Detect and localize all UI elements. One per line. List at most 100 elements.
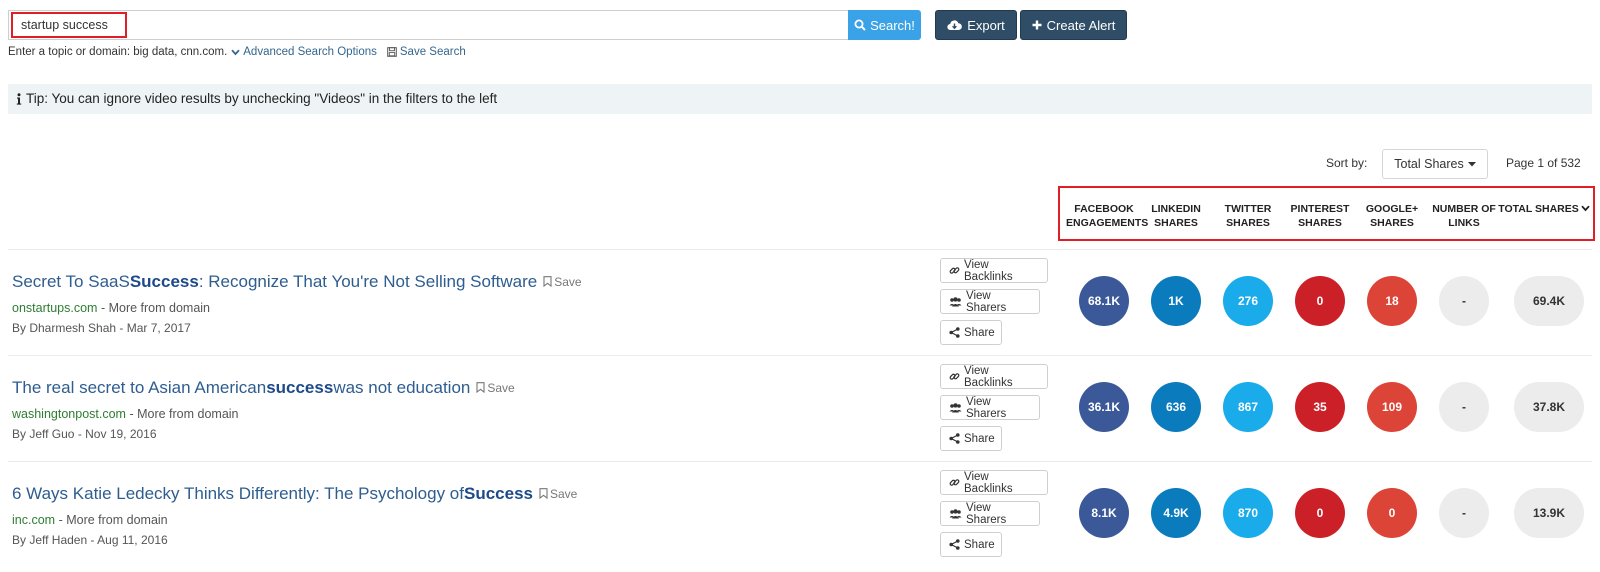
search-button[interactable]: Search! bbox=[848, 10, 921, 40]
linkedin-shares-value[interactable]: 1K bbox=[1151, 276, 1201, 326]
search-button-label: Search! bbox=[870, 17, 915, 33]
column-header-pinterest[interactable]: Pinterest Shares bbox=[1282, 202, 1358, 230]
number-of-links-value: - bbox=[1439, 382, 1489, 432]
column-header-line: Shares bbox=[1154, 217, 1198, 229]
tip-text: Tip: You can ignore video results by unc… bbox=[26, 91, 498, 106]
column-header-twitter[interactable]: Twitter Shares bbox=[1210, 202, 1286, 230]
title-keyword: success bbox=[266, 378, 334, 397]
users-icon bbox=[949, 402, 962, 413]
view-backlinks-label: View Backlinks bbox=[964, 470, 1013, 495]
column-header-line: Total Shares bbox=[1498, 203, 1579, 215]
title-text-before: The real secret to Asian American bbox=[12, 378, 267, 397]
more-from-domain-link[interactable]: - More from domain bbox=[59, 513, 168, 527]
view-sharers-button[interactable]: View Sharers bbox=[940, 501, 1040, 526]
article-title[interactable]: The real secret to Asian American succes… bbox=[12, 378, 515, 398]
view-backlinks-label: View Backlinks bbox=[964, 364, 1013, 389]
view-backlinks-label: View Backlinks bbox=[964, 258, 1013, 283]
column-header-line: Facebook bbox=[1074, 203, 1134, 215]
title-keyword: Success bbox=[463, 484, 533, 503]
info-icon bbox=[16, 93, 22, 105]
facebook-engagements-value[interactable]: 36.1K bbox=[1079, 382, 1129, 432]
pinterest-shares-value[interactable]: 0 bbox=[1295, 276, 1345, 326]
pinterest-shares-value[interactable]: 35 bbox=[1295, 382, 1345, 432]
domain-line: inc.com - More from domain bbox=[12, 513, 168, 527]
search-highlight-box bbox=[11, 12, 127, 38]
more-from-domain-link[interactable]: - More from domain bbox=[129, 407, 238, 421]
linkedin-shares-value[interactable]: 4.9K bbox=[1151, 488, 1201, 538]
share-label: Share bbox=[964, 326, 995, 339]
column-header-linkedin[interactable]: LinkedIn Shares bbox=[1138, 202, 1214, 230]
total-shares-value: 69.4K bbox=[1514, 276, 1584, 326]
title-text-before: Secret To SaaS bbox=[12, 272, 130, 291]
view-backlinks-button[interactable]: View Backlinks bbox=[940, 470, 1048, 495]
facebook-engagements-value[interactable]: 8.1K bbox=[1079, 488, 1129, 538]
domain-line: onstartups.com - More from domain bbox=[12, 301, 210, 315]
column-header-links[interactable]: Number of Links bbox=[1426, 202, 1502, 230]
twitter-shares-value[interactable]: 870 bbox=[1223, 488, 1273, 538]
search-icon bbox=[854, 19, 866, 31]
view-sharers-label: View Sharers bbox=[966, 395, 1007, 420]
column-header-line: Shares bbox=[1298, 217, 1342, 229]
googleplus-shares-value[interactable]: 18 bbox=[1367, 276, 1417, 326]
floppy-disk-icon bbox=[387, 47, 397, 57]
domain-link[interactable]: washingtonpost.com bbox=[12, 407, 126, 421]
search-helper-text: Enter a topic or domain: big data, cnn.c… bbox=[8, 46, 228, 58]
share-button[interactable]: Share bbox=[940, 532, 1002, 557]
save-label: Save bbox=[487, 380, 515, 395]
twitter-shares-value[interactable]: 276 bbox=[1223, 276, 1273, 326]
save-search-link[interactable]: Save Search bbox=[387, 46, 466, 58]
domain-link[interactable]: onstartups.com bbox=[12, 301, 97, 315]
result-row: Secret To SaaS Success: Recognize That Y… bbox=[0, 250, 1600, 356]
search-input[interactable]: startup success bbox=[8, 10, 848, 40]
title-text-after: : Recognize That You're Not Selling Soft… bbox=[198, 272, 538, 291]
save-article-button[interactable]: Save bbox=[539, 487, 577, 501]
facebook-engagements-value[interactable]: 68.1K bbox=[1079, 276, 1129, 326]
view-backlinks-button[interactable]: View Backlinks bbox=[940, 364, 1048, 389]
link-icon bbox=[949, 265, 960, 276]
result-row: 6 Ways Katie Ledecky Thinks Differently:… bbox=[0, 462, 1600, 568]
save-label: Save bbox=[549, 486, 578, 501]
linkedin-shares-value[interactable]: 636 bbox=[1151, 382, 1201, 432]
view-sharers-button[interactable]: View Sharers bbox=[940, 395, 1040, 420]
cloud-download-icon bbox=[947, 19, 963, 31]
link-icon bbox=[949, 477, 960, 488]
save-label: Save bbox=[554, 274, 582, 289]
column-header-line: Pinterest bbox=[1290, 203, 1350, 215]
users-icon bbox=[949, 296, 962, 307]
share-label: Share bbox=[964, 538, 995, 551]
sort-select[interactable]: Total Shares bbox=[1382, 149, 1488, 179]
domain-line: washingtonpost.com - More from domain bbox=[12, 407, 239, 421]
share-button[interactable]: Share bbox=[940, 320, 1002, 345]
googleplus-shares-value[interactable]: 109 bbox=[1367, 382, 1417, 432]
article-title[interactable]: 6 Ways Katie Ledecky Thinks Differently:… bbox=[12, 484, 577, 504]
article-title[interactable]: Secret To SaaS Success: Recognize That Y… bbox=[12, 272, 582, 292]
save-article-button[interactable]: Save bbox=[543, 274, 582, 289]
column-header-line: Shares bbox=[1370, 217, 1414, 229]
pinterest-shares-value[interactable]: 0 bbox=[1295, 488, 1345, 538]
plus-icon bbox=[1032, 20, 1042, 30]
more-from-domain-link[interactable]: - More from domain bbox=[101, 301, 210, 315]
export-label: Export bbox=[967, 17, 1005, 33]
column-header-line: Shares bbox=[1226, 217, 1270, 229]
column-header-facebook[interactable]: Facebook Engagements bbox=[1066, 202, 1148, 230]
view-sharers-button[interactable]: View Sharers bbox=[940, 289, 1040, 314]
total-shares-value: 37.8K bbox=[1514, 382, 1584, 432]
column-header-line: Number of bbox=[1432, 203, 1496, 215]
share-button[interactable]: Share bbox=[940, 426, 1002, 451]
domain-link[interactable]: inc.com bbox=[12, 513, 55, 527]
share-icon bbox=[949, 433, 960, 444]
share-label: Share bbox=[964, 432, 995, 445]
twitter-shares-value[interactable]: 867 bbox=[1223, 382, 1273, 432]
page-indicator: Page 1 of 532 bbox=[1506, 156, 1581, 170]
column-header-total-shares[interactable]: Total Shares bbox=[1496, 202, 1592, 216]
create-alert-label: Create Alert bbox=[1046, 17, 1116, 33]
googleplus-shares-value[interactable]: 0 bbox=[1367, 488, 1417, 538]
save-article-button[interactable]: Save bbox=[476, 380, 515, 395]
column-header-googleplus[interactable]: Google+ Shares bbox=[1354, 202, 1430, 230]
advanced-search-link[interactable]: Advanced Search Options bbox=[231, 46, 377, 58]
view-sharers-label: View Sharers bbox=[966, 501, 1007, 526]
export-button[interactable]: Export bbox=[935, 10, 1017, 40]
create-alert-button[interactable]: Create Alert bbox=[1020, 10, 1127, 40]
save-search-label: Save Search bbox=[399, 46, 466, 58]
view-backlinks-button[interactable]: View Backlinks bbox=[940, 258, 1048, 283]
